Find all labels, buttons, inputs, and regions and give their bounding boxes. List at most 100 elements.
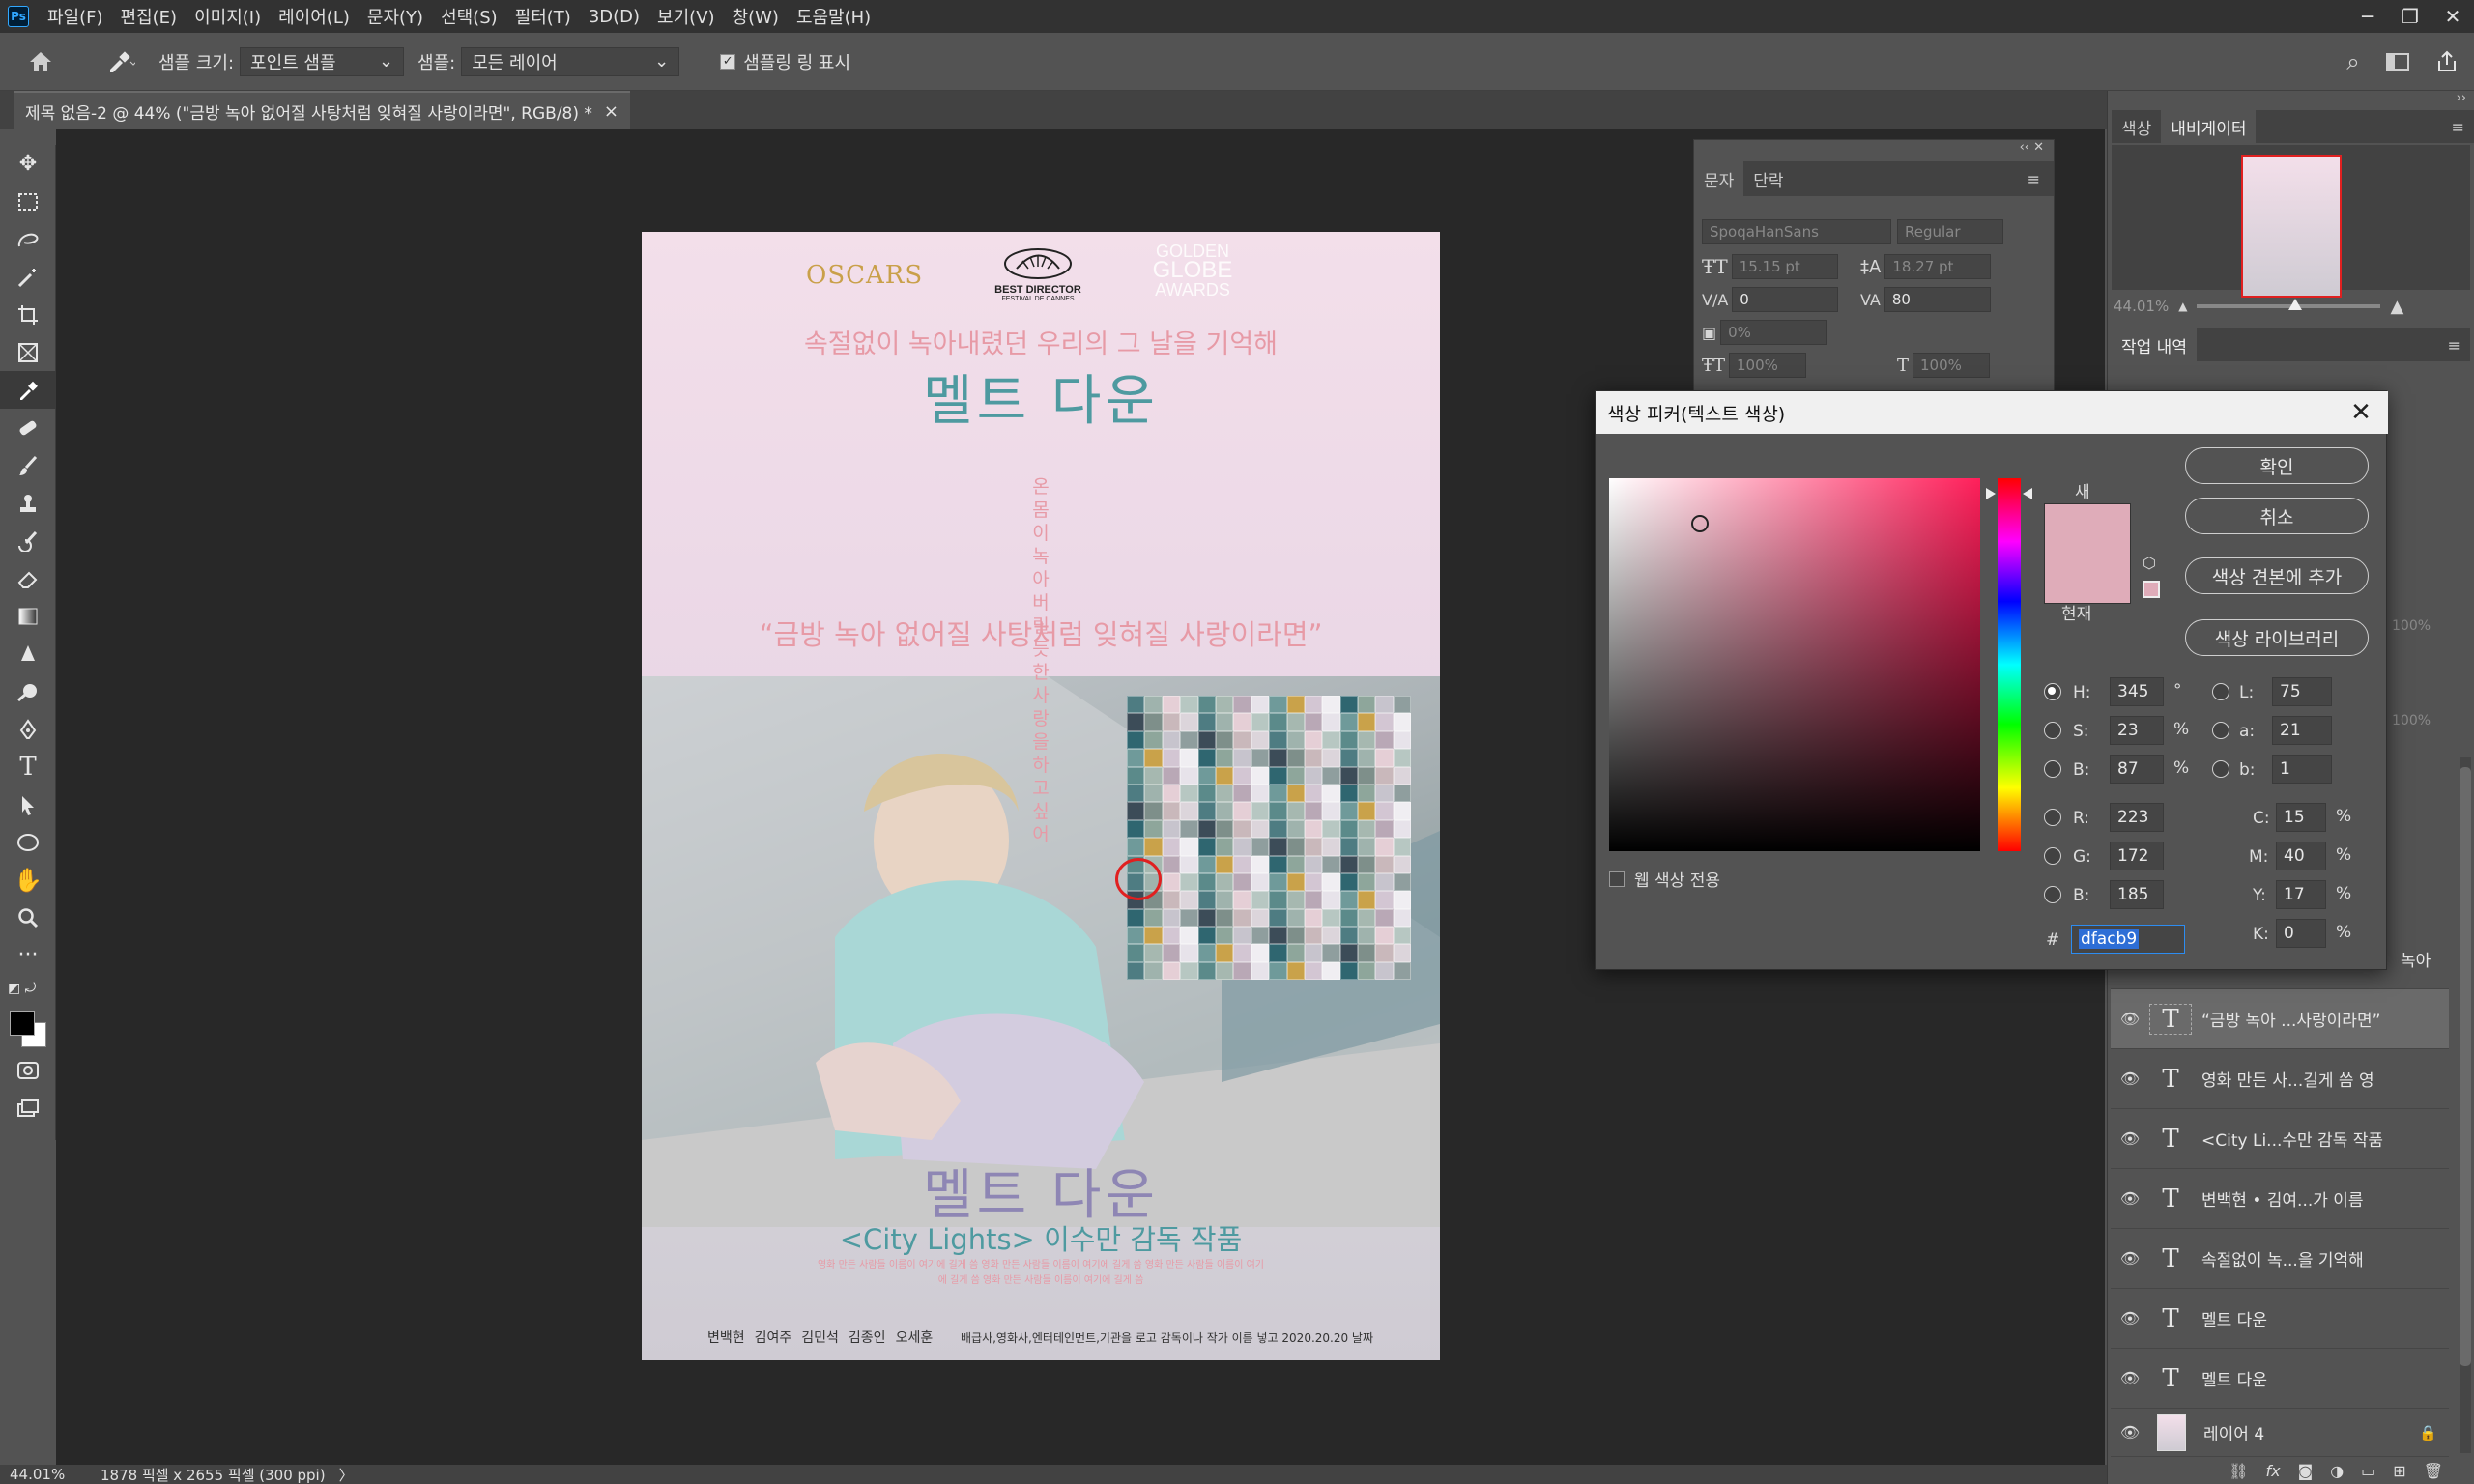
font-family-select[interactable]: SpoqaHanSans xyxy=(1702,219,1891,244)
navigator-zoom-thumb[interactable] xyxy=(2288,299,2303,310)
g-input[interactable]: 172 xyxy=(2110,842,2164,870)
clone-stamp-tool-icon[interactable] xyxy=(0,484,56,522)
menu-filter[interactable]: 필터(T) xyxy=(506,4,580,29)
blur-tool-icon[interactable] xyxy=(0,635,56,672)
restore-button[interactable]: ❐ xyxy=(2389,0,2431,33)
layer-row[interactable]: 👁 레이어 4 🔒 xyxy=(2111,1409,2449,1457)
close-icon[interactable]: ✕ xyxy=(2347,398,2374,427)
radio-b-lab[interactable] xyxy=(2212,760,2229,778)
layer-row[interactable]: 👁 T 영화 만든 사...길게 씀 영 xyxy=(2111,1049,2449,1109)
menu-file[interactable]: 파일(F) xyxy=(39,4,112,29)
tab-paragraph[interactable]: 단락 xyxy=(1743,159,1793,199)
navigator-zoom-slider[interactable] xyxy=(2197,299,2381,310)
panel-menu-icon[interactable]: ≡ xyxy=(2448,336,2470,355)
search-icon[interactable]: ⌕ xyxy=(2331,48,2375,75)
eye-icon[interactable]: 👁 xyxy=(2111,1309,2149,1327)
pen-tool-icon[interactable] xyxy=(0,710,56,748)
delete-layer-icon[interactable]: 🗑 xyxy=(2424,1462,2443,1480)
zoom-out-icon[interactable]: ▲ xyxy=(2178,300,2187,313)
k-input[interactable]: 0 xyxy=(2276,919,2326,948)
zoom-tool-icon[interactable] xyxy=(0,899,56,936)
show-ring-checkbox[interactable]: ✓ xyxy=(720,53,736,70)
new-layer-icon[interactable]: ⊞ xyxy=(2393,1462,2405,1480)
adjustment-layer-icon[interactable]: ◑ xyxy=(2330,1462,2344,1480)
radio-h[interactable] xyxy=(2044,683,2061,700)
zoom-level[interactable]: 44.01% xyxy=(10,1466,91,1483)
lasso-tool-icon[interactable] xyxy=(0,220,56,258)
radio-g[interactable] xyxy=(2044,847,2061,865)
m-input[interactable]: 40 xyxy=(2276,842,2326,870)
radio-a[interactable] xyxy=(2212,722,2229,739)
poster-document[interactable]: OSCARS BEST DIRECTOR FESTIVAL DE CANNES … xyxy=(642,232,1440,1360)
panel-menu-icon[interactable]: ≡ xyxy=(2452,118,2474,136)
more-tools-icon[interactable]: ··· xyxy=(0,936,56,974)
tab-character[interactable]: 문자 xyxy=(1694,158,1744,199)
menu-type[interactable]: 문자(Y) xyxy=(359,4,432,29)
l-input[interactable]: 75 xyxy=(2272,677,2332,706)
quick-mask-icon[interactable] xyxy=(0,1051,56,1089)
fill-value[interactable]: 100% xyxy=(2392,713,2431,728)
web-safe-swatch[interactable] xyxy=(2143,581,2160,598)
fx-icon[interactable]: fx xyxy=(2266,1462,2281,1480)
frame-tool-icon[interactable] xyxy=(0,333,56,371)
workspace-icon[interactable] xyxy=(2375,52,2420,71)
a-input[interactable]: 21 xyxy=(2272,716,2332,745)
show-ring-option[interactable]: ✓ 샘플링 링 표시 xyxy=(720,49,856,74)
close-tab-icon[interactable]: × xyxy=(604,101,618,122)
navigator-zoom-value[interactable]: 44.01% xyxy=(2114,298,2169,315)
brightness-input[interactable]: 87 xyxy=(2110,755,2164,784)
cancel-button[interactable]: 취소 xyxy=(2185,498,2369,534)
font-size-field[interactable]: ŦT 15.15 pt xyxy=(1702,254,1838,279)
add-mask-icon[interactable]: ◙ xyxy=(2298,1462,2314,1480)
ok-button[interactable]: 확인 xyxy=(2185,447,2369,484)
s-input[interactable]: 23 xyxy=(2110,716,2164,745)
c-input[interactable]: 15 xyxy=(2276,803,2326,832)
radio-s[interactable] xyxy=(2044,722,2061,739)
document-tab[interactable]: 제목 없음-2 @ 44% ("금방 녹아 없어질 사탕처럼 잊혀질 사랑이라면… xyxy=(14,91,630,129)
menu-select[interactable]: 선택(S) xyxy=(432,4,506,29)
layers-scrollbar-thumb[interactable] xyxy=(2460,767,2471,1366)
share-icon[interactable] xyxy=(2420,50,2474,73)
opacity-value[interactable]: 100% xyxy=(2392,618,2431,634)
layer-row-selected[interactable]: 👁 T “금방 녹아 ...사랑이라면” xyxy=(2111,989,2449,1049)
web-colors-only-checkbox[interactable] xyxy=(1609,870,1625,887)
radio-blue[interactable] xyxy=(2044,886,2061,903)
tsume-field[interactable]: ▣ 0% xyxy=(1702,320,1827,345)
hex-input[interactable]: dfacb9 xyxy=(2071,925,2185,954)
vertical-scale-field[interactable]: ŦT 100% xyxy=(1702,353,1807,378)
menu-window[interactable]: 창(W) xyxy=(724,4,788,29)
eye-icon[interactable]: 👁 xyxy=(2111,1070,2149,1088)
foreground-background-colors[interactable] xyxy=(0,1003,56,1051)
layer-row[interactable]: 👁 T 속절없이 녹...을 기억해 xyxy=(2111,1229,2449,1289)
blue-input[interactable]: 185 xyxy=(2110,880,2164,909)
menu-help[interactable]: 도움말(H) xyxy=(788,4,879,29)
cube-icon[interactable]: ⬡ xyxy=(2143,554,2156,572)
screen-mode-icon[interactable] xyxy=(0,1089,56,1127)
dodge-tool-icon[interactable] xyxy=(0,672,56,710)
close-window-button[interactable]: ✕ xyxy=(2431,0,2474,33)
tab-color[interactable]: 색상 xyxy=(2112,107,2161,147)
navigator-thumbnail[interactable] xyxy=(2241,155,2342,298)
healing-brush-tool-icon[interactable] xyxy=(0,409,56,446)
web-colors-only-option[interactable]: 웹 색상 전용 xyxy=(1609,867,1720,891)
color-field-marker[interactable] xyxy=(1691,515,1709,532)
foreground-color-swatch[interactable] xyxy=(10,1011,35,1036)
leading-field[interactable]: ‡A 18.27 pt xyxy=(1860,254,1992,279)
layers-scrollbar[interactable] xyxy=(2460,757,2471,1453)
menu-3d[interactable]: 3D(D) xyxy=(580,7,648,27)
zoom-in-icon[interactable]: ▲ xyxy=(2390,297,2403,317)
layer-row[interactable]: 👁 T 멜트 다운 xyxy=(2111,1289,2449,1349)
layer-row[interactable]: 👁 T <City Li...수만 감독 작품 xyxy=(2111,1109,2449,1169)
radio-l[interactable] xyxy=(2212,683,2229,700)
font-style-select[interactable]: Regular xyxy=(1897,219,2003,244)
hue-slider-right-arrow-icon[interactable] xyxy=(2023,488,2032,499)
radio-r[interactable] xyxy=(2044,809,2061,826)
current-color-swatch[interactable] xyxy=(2044,556,2131,604)
eye-icon[interactable]: 👁 xyxy=(2111,1423,2149,1441)
tracking-field[interactable]: VA 80 xyxy=(1860,287,1991,312)
panel-menu-icon[interactable]: ≡ xyxy=(2028,170,2054,188)
radio-brightness[interactable] xyxy=(2044,760,2061,778)
eye-icon[interactable]: 👁 xyxy=(2111,1129,2149,1148)
minimize-button[interactable]: ─ xyxy=(2346,0,2389,33)
r-input[interactable]: 223 xyxy=(2110,803,2164,832)
